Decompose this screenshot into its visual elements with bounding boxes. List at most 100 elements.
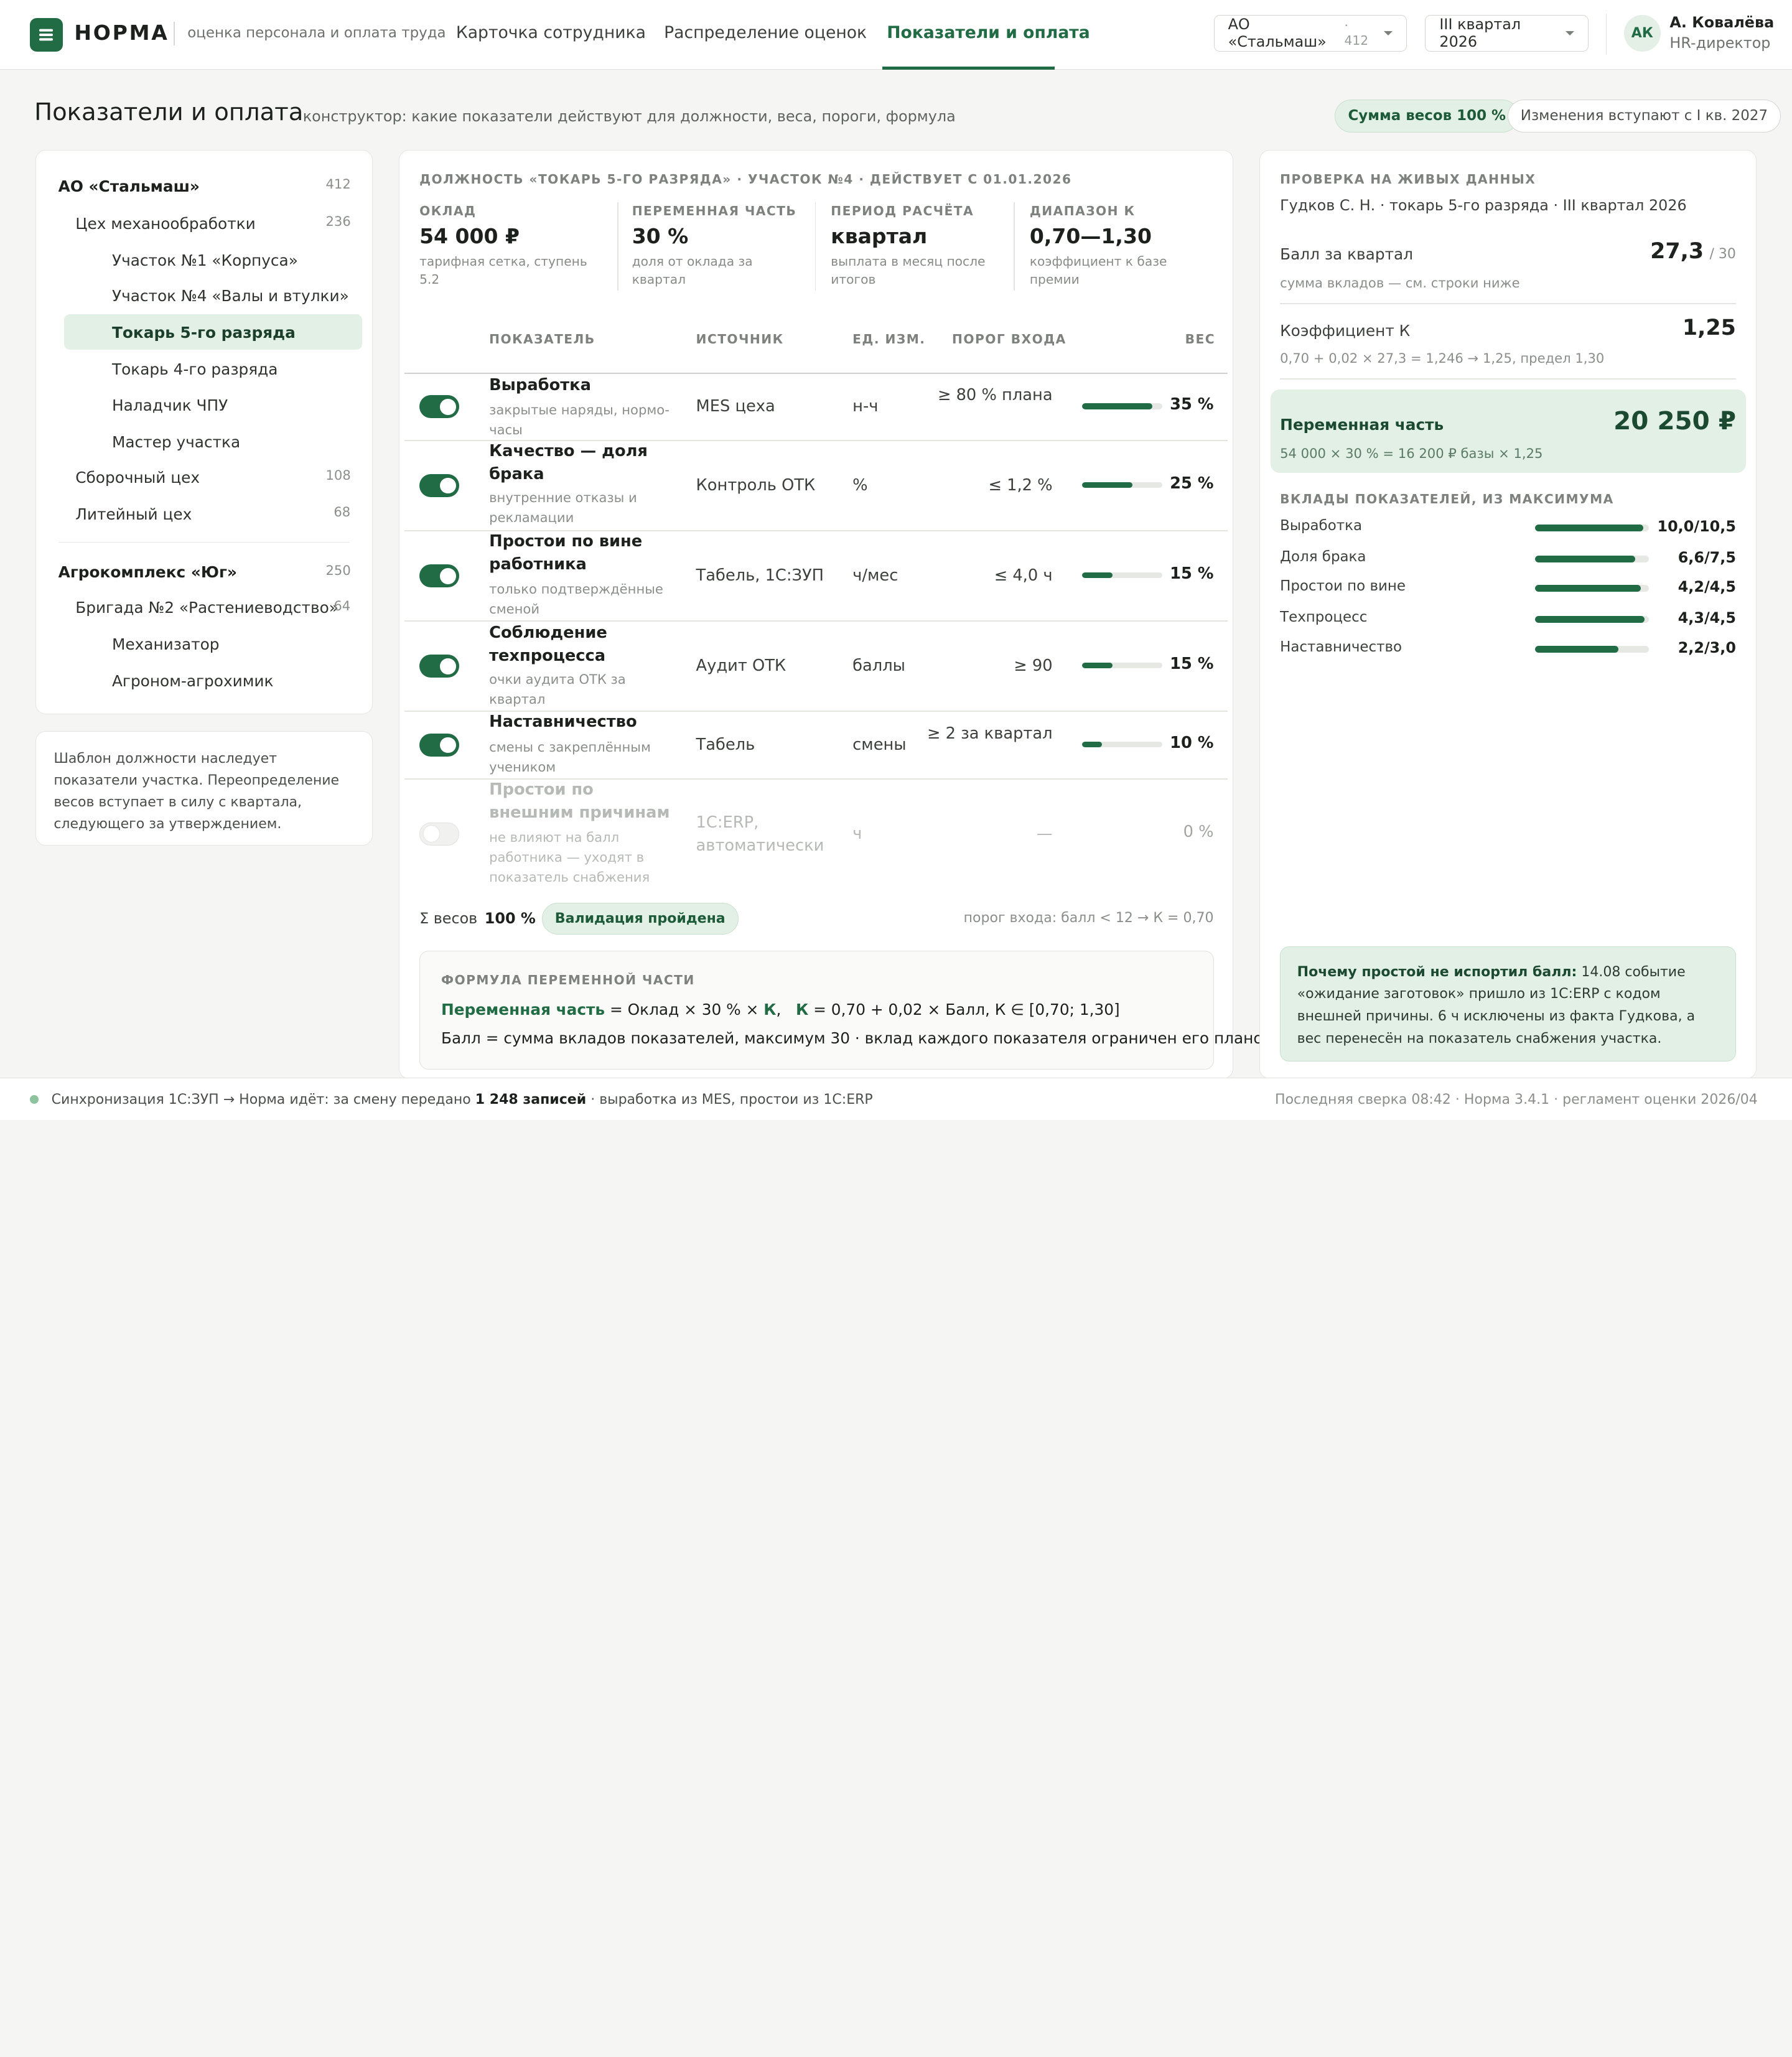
indicator-toggle[interactable] (419, 564, 460, 588)
tree-item-workshop[interactable]: Сборочный цех (75, 469, 200, 487)
contribution-bar-fill (1534, 555, 1636, 562)
menu-icon[interactable] (29, 18, 63, 52)
org-select[interactable]: АО «Стальмаш» · 412 (1213, 14, 1407, 52)
kpi-caption: ДИАПАЗОН К (1029, 203, 1136, 218)
app-name: НОРМА (74, 21, 169, 45)
weights-sum-badge: Сумма весов 100 % (1335, 99, 1519, 133)
divider (617, 202, 618, 291)
indicator-name: Простои по вине работника (489, 532, 643, 574)
weight-bar[interactable] (1082, 663, 1162, 669)
weight-bar-fill (1082, 403, 1153, 409)
indicator-toggle[interactable] (419, 655, 460, 678)
contribution-bar (1534, 615, 1650, 623)
divider (1280, 302, 1736, 304)
indicator-weight[interactable]: 15 % (1154, 655, 1213, 673)
indicator-weight[interactable]: 10 % (1154, 734, 1213, 752)
indicator-description: смены с закреплённым учеником (489, 739, 651, 775)
tab-indicators-pay[interactable]: Показатели и оплата (887, 23, 1090, 42)
indicator-name: Наставничество (489, 712, 637, 732)
tree-item-workshop[interactable]: Цех механообработки (75, 215, 256, 233)
score: 27,3 / 30 (1589, 239, 1736, 264)
tree-item-position[interactable]: Агроном-агрохимик (112, 672, 274, 690)
kpi-note: выплата в месяц после итогов (831, 253, 986, 287)
contribution-name: Доля брака (1280, 548, 1366, 565)
indicator-threshold[interactable]: ≤ 1,2 % (915, 474, 1052, 497)
avatar[interactable]: АК (1623, 14, 1661, 52)
tree-item-position-selected[interactable]: Токарь 5-го разряда (112, 324, 296, 342)
kpi-period-value: квартал (831, 223, 928, 248)
tree-item-position[interactable]: Токарь 4-го разряда (112, 360, 278, 378)
indicator-description: внутренние отказы и рекламации (489, 490, 637, 526)
tree-item-org[interactable]: АО «Стальмаш» (58, 177, 200, 195)
tree-item-position[interactable]: Мастер участка (112, 433, 240, 451)
indicator-unit: смены (852, 735, 907, 755)
column-header-weight: ВЕС (1185, 331, 1216, 347)
tree-item-count: 412 (325, 175, 351, 192)
tree-item-section[interactable]: Участок №4 «Валы и втулки» (112, 287, 349, 305)
user-role: HR-директор (1669, 34, 1771, 52)
weight-bar[interactable] (1082, 482, 1162, 488)
indicator-weight[interactable]: 35 % (1154, 395, 1213, 414)
page-subtitle: конструктор: какие показатели действуют … (302, 107, 956, 125)
indicator-source: Аудит ОТК (696, 656, 786, 676)
kpi-variable-value: 30 % (632, 223, 689, 248)
weight-bar[interactable] (1082, 742, 1162, 748)
app-root: НОРМА оценка персонала и оплата труда Ка… (0, 0, 1792, 1120)
indicator-source: MES цеха (696, 397, 775, 416)
live-check-subject: Гудков С. Н. · токарь 5-го разряда · III… (1280, 197, 1687, 215)
tree-item-brigade[interactable]: Бригада №2 «Растениеводство» (75, 599, 338, 617)
indicator-description: не влияют на балл работника — уходят в п… (489, 829, 650, 885)
contribution-value: 4,3/4,5 (1678, 609, 1736, 627)
divider (1280, 378, 1736, 380)
tab-employee-card[interactable]: Карточка сотрудника (456, 23, 646, 42)
tree-item-workshop[interactable]: Литейный цех (75, 505, 192, 523)
indicator-source: 1С:ERP, автоматически (696, 813, 824, 855)
tree-item-section[interactable]: Участок №1 «Корпуса» (112, 251, 298, 269)
org-select-count: · 412 (1344, 18, 1369, 49)
contribution-value: 2,2/3,0 (1678, 638, 1736, 656)
period-select[interactable]: III квартал 2026 (1425, 14, 1589, 52)
score-max: / 30 (1709, 246, 1736, 262)
kpi-note: тарифная сетка, ступень 5.2 (419, 253, 587, 287)
indicator-toggle[interactable] (419, 395, 460, 419)
score-note: сумма вкладов — см. строки ниже (1280, 275, 1520, 291)
indicator-threshold[interactable]: ≥ 2 за квартал (915, 722, 1053, 745)
kpi-note: доля от оклада за квартал (632, 253, 753, 287)
top-bar: НОРМА оценка персонала и оплата труда Ка… (0, 0, 1792, 70)
tab-score-distribution[interactable]: Распределение оценок (664, 23, 867, 42)
kpi-caption: ПЕРИОД РАСЧЁТА (831, 203, 974, 218)
chevron-down-icon (1565, 30, 1574, 35)
indicator-threshold[interactable]: ≥ 90 (915, 655, 1052, 678)
indicator-unit: % (852, 476, 868, 495)
indicator-unit: баллы (852, 656, 905, 676)
column-header-threshold: ПОРОГ ВХОДА (951, 331, 1066, 347)
sync-status: Синхронизация 1С:ЗУП → Норма идёт: за см… (52, 1089, 873, 1112)
tree-item-org[interactable]: Агрокомплекс «Юг» (58, 563, 237, 581)
contribution-bar (1534, 525, 1650, 532)
indicator-threshold[interactable]: ≤ 4,0 ч (915, 564, 1053, 587)
indicator-description: только подтверждённые сменой (489, 581, 663, 617)
indicator-toggle[interactable] (419, 474, 460, 497)
weights-sum-label: Σ весов (419, 910, 478, 928)
formula-caption: ФОРМУЛА ПЕРЕМЕННОЙ ЧАСТИ (441, 973, 695, 988)
indicator-threshold[interactable]: ≥ 80 % плана (915, 384, 1053, 407)
tree-item-count: 236 (325, 213, 351, 230)
variable-pay-note: 54 000 × 30 % = 16 200 ₽ базы × 1,25 (1280, 445, 1543, 461)
tree-item-position[interactable]: Наладчик ЧПУ (112, 396, 228, 414)
formula-text: = 0,70 + 0,02 × Балл, К ∈ [0,70; 1,30] (808, 1001, 1120, 1019)
column-header-unit: ЕД. ИЗМ. (852, 331, 926, 347)
org-select-value: АО «Стальмаш» (1228, 16, 1327, 51)
weight-bar[interactable] (1082, 572, 1162, 579)
weight-bar-fill (1082, 663, 1113, 669)
period-select-value: III квартал 2026 (1439, 16, 1521, 51)
tree-item-position[interactable]: Механизатор (112, 635, 219, 653)
indicator-toggle-off[interactable] (419, 823, 460, 846)
indicator-name: Простои по внешним причинам (489, 780, 670, 822)
sync-text: · выработка из MES, простои из 1С:ERP (586, 1092, 873, 1108)
indicator-toggle[interactable] (419, 734, 460, 757)
indicator-weight[interactable]: 15 % (1154, 564, 1213, 583)
validation-badge: Валидация пройдена (541, 902, 739, 935)
indicator-weight[interactable]: 25 % (1154, 474, 1213, 493)
weight-bar[interactable] (1082, 403, 1162, 409)
contribution-bar-fill (1534, 525, 1644, 532)
